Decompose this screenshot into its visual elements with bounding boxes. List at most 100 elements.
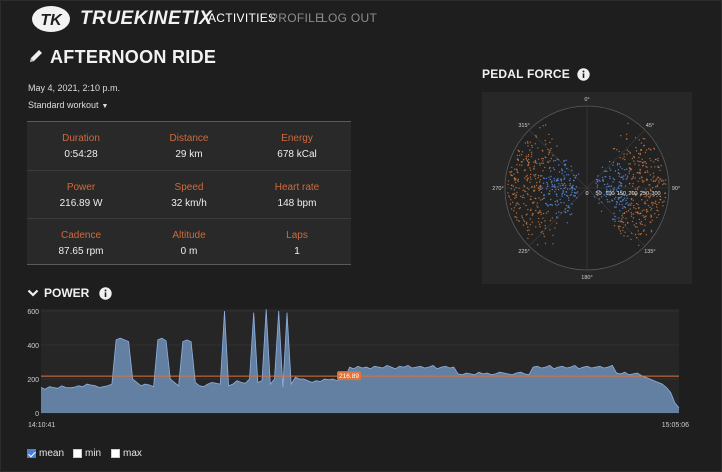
polar-point [658,182,660,184]
polar-point [556,199,558,202]
ride-date: May 4, 2021, 2:10 p.m. [28,83,121,93]
polar-point [535,173,537,176]
polar-point [634,163,636,165]
polar-point [544,124,547,126]
polar-point [522,189,524,191]
polar-point [555,188,557,191]
polar-point [530,156,533,158]
polar-point [616,164,619,166]
polar-point [650,179,652,181]
polar-point [550,147,552,150]
polar-point [627,235,629,237]
polar-point [524,177,526,179]
polar-point [549,229,551,231]
polar-point [611,199,613,201]
polar-point [625,211,628,213]
polar-point [625,199,627,201]
polar-point [507,183,509,186]
polar-point [542,217,544,219]
polar-point [634,177,636,179]
polar-point [558,171,561,173]
pencil-icon[interactable] [28,48,44,64]
polar-point [661,179,663,181]
polar-point [619,230,622,232]
polar-point [523,190,526,192]
polar-point [643,145,645,147]
polar-point [617,172,620,174]
polar-point [609,169,612,171]
polar-point [554,203,557,205]
polar-point [519,164,521,166]
logo-icon[interactable]: TK [30,4,72,34]
polar-point [558,164,560,166]
polar-point [534,175,536,177]
polar-point [515,186,517,189]
polar-point [517,179,519,181]
polar-point [598,198,601,200]
legend-mean[interactable]: mean [27,448,64,459]
chevron-down-icon[interactable] [27,287,39,299]
polar-point [635,208,637,210]
polar-point [545,202,547,205]
polar-point [644,151,647,154]
polar-point [630,198,633,201]
polar-point [642,181,644,183]
polar-point [533,167,535,169]
polar-point [645,211,648,213]
polar-point [645,234,647,236]
legend-min[interactable]: min [73,448,101,459]
polar-point [569,178,571,180]
y-tick-label: 0 [35,411,39,418]
polar-point [558,203,560,205]
checkbox-min[interactable] [73,449,82,458]
workout-type-dropdown[interactable]: Standard workout ▼ [28,100,108,110]
polar-point [637,203,639,206]
stat-label: Energy [281,133,313,144]
polar-point [630,238,632,241]
polar-point [609,177,611,180]
polar-point [624,174,627,176]
x-tick-label: 14:10:41 [28,422,55,429]
polar-point [625,217,627,220]
polar-point [546,185,549,187]
polar-point [650,221,652,224]
polar-point [572,184,574,187]
polar-point [526,174,528,177]
polar-point [606,186,608,188]
polar-point [570,193,573,196]
polar-point [649,157,651,160]
polar-point [626,177,628,179]
polar-point [637,212,639,215]
checkbox-max[interactable] [111,449,120,458]
polar-point [664,196,667,199]
checkbox-mean[interactable] [27,449,36,458]
polar-point [513,177,516,179]
stat-label: Heart rate [274,182,320,193]
polar-point [551,204,553,206]
y-tick-label: 600 [27,309,39,316]
stat-label: Cadence [60,230,102,241]
polar-point [612,161,615,164]
info-icon[interactable] [99,287,112,300]
nav-activities[interactable]: ACTIVITIES [208,11,276,25]
polar-point [624,158,626,161]
legend-max[interactable]: max [111,448,142,459]
polar-point [549,149,551,151]
nav-logout[interactable]: LOG OUT [321,11,377,25]
polar-point [656,178,658,180]
polar-point [630,215,633,217]
polar-angle-label: 90° [672,186,680,192]
polar-point [626,168,628,170]
nav-profile[interactable]: PROFILE [270,11,323,25]
polar-point [542,182,545,184]
info-icon[interactable] [577,68,590,81]
polar-point [563,182,566,185]
polar-point [563,178,565,180]
polar-point [536,181,538,184]
polar-point [512,201,514,203]
brand-name[interactable]: TRUEKINETIX [80,8,212,30]
polar-point [548,167,551,169]
polar-point [508,195,510,197]
polar-point [511,184,513,186]
polar-point [549,160,551,162]
